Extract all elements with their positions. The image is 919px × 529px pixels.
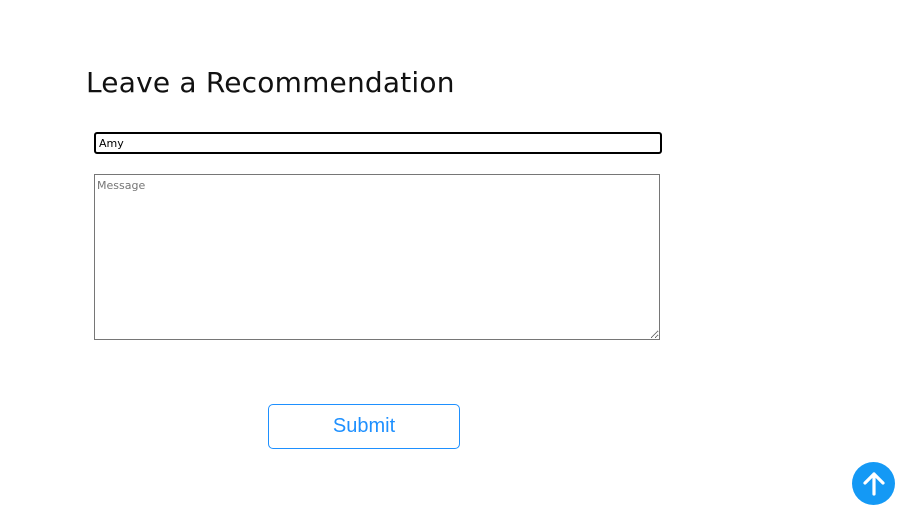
name-input[interactable] — [94, 132, 662, 154]
scroll-to-top-button[interactable] — [852, 462, 895, 505]
recommendation-page: Leave a Recommendation Submit — [0, 0, 919, 529]
submit-button[interactable]: Submit — [268, 404, 460, 449]
message-textarea[interactable] — [94, 174, 660, 340]
page-title: Leave a Recommendation — [86, 66, 455, 99]
arrow-up-icon — [862, 471, 885, 496]
